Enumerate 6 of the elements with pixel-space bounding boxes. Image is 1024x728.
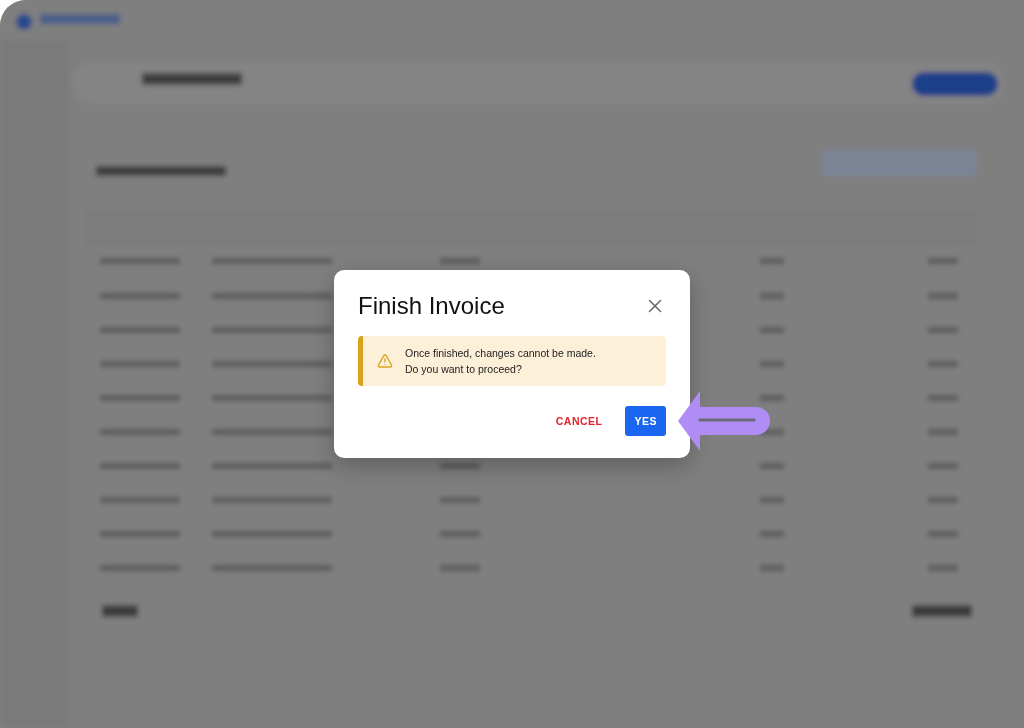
warning-text: Do you want to proceed? <box>405 362 523 377</box>
warning-icon <box>377 353 393 370</box>
confirm-button[interactable]: YES <box>625 406 666 436</box>
warning-text: Once finished, changes cannot be made. <box>405 346 596 361</box>
cancel-button[interactable]: CANCEL <box>546 406 612 436</box>
dialog-title: Finish Invoice <box>358 292 505 320</box>
